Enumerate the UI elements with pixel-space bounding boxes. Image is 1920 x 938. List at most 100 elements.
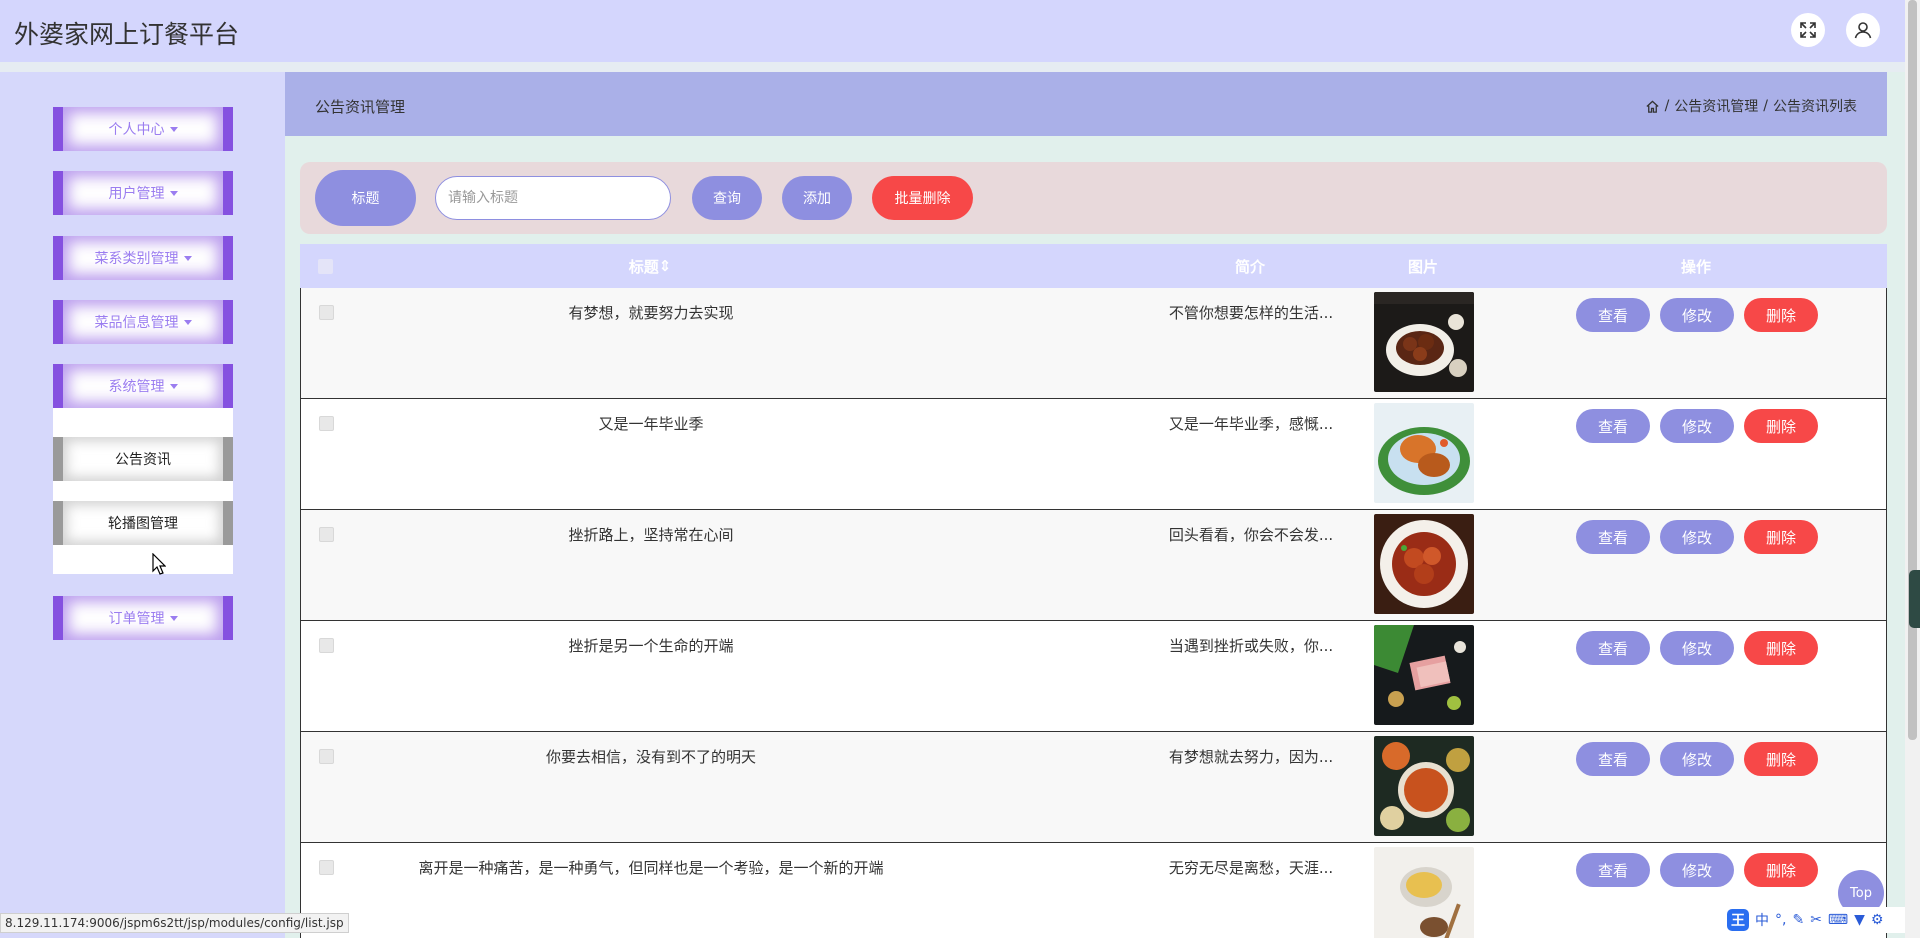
breadcrumb: / 公告资讯管理 / 公告资讯列表 (1645, 96, 1857, 116)
view-button[interactable]: 查看 (1576, 298, 1650, 332)
sort-icon[interactable]: ⇕ (659, 257, 672, 275)
top-header: 外婆家网上订餐平台 (0, 0, 1905, 62)
row-image[interactable] (1374, 292, 1474, 392)
add-button[interactable]: 添加 (782, 176, 852, 220)
row-intro: 回头看看，你会不会发... (1168, 526, 1334, 544)
search-panel: 标题 查询 添加 批量删除 (300, 162, 1887, 234)
menu-label: 系统管理 (108, 379, 165, 395)
edit-button[interactable]: 修改 (1660, 631, 1734, 665)
ime-logo-icon[interactable]: 王 (1727, 909, 1749, 931)
row-title: 离开是一种痛苦，是一种勇气，但同样也是一个考验，是一个新的开端 (418, 859, 884, 877)
table-row: 你要去相信，没有到不了的明天 有梦想就去努力，因为... 查看 修改 删除 (300, 732, 1887, 843)
delete-button[interactable]: 删除 (1744, 298, 1818, 332)
view-button[interactable]: 查看 (1576, 853, 1650, 887)
row-title: 你要去相信，没有到不了的明天 (545, 748, 756, 766)
row-intro: 又是一年毕业季，感慨... (1168, 415, 1334, 433)
row-image[interactable] (1374, 403, 1474, 503)
select-all-checkbox[interactable] (318, 259, 333, 274)
delete-button[interactable]: 删除 (1744, 631, 1818, 665)
breadcrumb-separator: / (1664, 98, 1670, 114)
edit-button[interactable]: 修改 (1660, 520, 1734, 554)
menu-order-management[interactable]: 订单管理 (53, 596, 233, 640)
menu-personal-center[interactable]: 个人中心 (53, 107, 233, 151)
skin-icon[interactable]: ▼ (1854, 912, 1865, 928)
page-titlebar: 公告资讯管理 / 公告资讯管理 / 公告资讯列表 (285, 72, 1887, 136)
delete-button[interactable]: 删除 (1744, 409, 1818, 443)
row-title: 挫折是另一个生命的开端 (568, 637, 734, 655)
query-button[interactable]: 查询 (692, 176, 762, 220)
side-edge-tab[interactable] (1909, 570, 1920, 628)
submenu-announcements[interactable]: 公告资讯 (53, 437, 233, 481)
menu-cuisine-category[interactable]: 菜系类别管理 (53, 236, 233, 280)
caret-down-icon (169, 383, 178, 389)
title-field-label: 标题 (315, 170, 416, 226)
menu-dish-info[interactable]: 菜品信息管理 (53, 300, 233, 344)
row-image[interactable] (1374, 847, 1474, 938)
fullscreen-button[interactable] (1791, 13, 1825, 47)
submenu-label: 公告资讯 (115, 452, 171, 468)
row-checkbox[interactable] (319, 527, 334, 542)
edit-button[interactable]: 修改 (1660, 853, 1734, 887)
table-row: 挫折路上，坚持常在心间 回头看看，你会不会发... 查看 修改 删除 (300, 510, 1887, 621)
edit-button[interactable]: 修改 (1660, 742, 1734, 776)
view-button[interactable]: 查看 (1576, 520, 1650, 554)
menu-user-management[interactable]: 用户管理 (53, 171, 233, 215)
caret-down-icon (169, 126, 178, 132)
pen-icon[interactable]: ✎ (1792, 912, 1804, 928)
table-row: 离开是一种痛苦，是一种勇气，但同样也是一个考验，是一个新的开端 无穷无尽是离愁，… (300, 843, 1887, 938)
page-title: 公告资讯管理 (315, 98, 406, 116)
delete-button[interactable]: 删除 (1744, 742, 1818, 776)
scissors-icon[interactable]: ✂ (1810, 912, 1822, 928)
menu-label: 个人中心 (108, 122, 165, 138)
edit-button[interactable]: 修改 (1660, 298, 1734, 332)
row-image[interactable] (1374, 514, 1474, 614)
keyboard-icon[interactable]: ⌨ (1828, 912, 1848, 928)
settings-icon[interactable]: ⚙ (1871, 912, 1884, 928)
header-image: 图片 (1407, 257, 1438, 276)
row-title: 有梦想，就要努力去实现 (568, 304, 734, 322)
breadcrumb-item-current: 公告资讯列表 (1773, 99, 1857, 115)
mouse-cursor-icon (152, 553, 166, 575)
row-intro: 有梦想就去努力，因为... (1168, 748, 1334, 766)
table-header: 标题 ⇕ 简介 图片 操作 (300, 244, 1887, 288)
caret-down-icon (169, 190, 178, 196)
row-title: 又是一年毕业季 (598, 415, 704, 433)
row-image[interactable] (1374, 625, 1474, 725)
menu-label: 订单管理 (108, 611, 165, 627)
row-checkbox[interactable] (319, 749, 334, 764)
fullscreen-icon (1800, 22, 1816, 38)
menu-system-management[interactable]: 系统管理 (53, 364, 233, 408)
row-image[interactable] (1374, 736, 1474, 836)
header-actions: 操作 (1680, 257, 1711, 276)
view-button[interactable]: 查看 (1576, 631, 1650, 665)
row-checkbox[interactable] (319, 860, 334, 875)
row-title: 挫折路上，坚持常在心间 (568, 526, 734, 544)
punctuation-icon[interactable]: °, (1775, 912, 1786, 928)
edit-button[interactable]: 修改 (1660, 409, 1734, 443)
delete-button[interactable]: 删除 (1744, 520, 1818, 554)
home-icon[interactable] (1645, 99, 1660, 114)
bulk-delete-button[interactable]: 批量删除 (872, 176, 973, 220)
menu-label: 菜系类别管理 (94, 251, 179, 267)
table-row: 又是一年毕业季 又是一年毕业季，感慨... 查看 修改 删除 (300, 399, 1887, 510)
row-checkbox[interactable] (319, 305, 334, 320)
breadcrumb-separator: / (1763, 98, 1768, 114)
breadcrumb-item[interactable]: 公告资讯管理 (1674, 96, 1758, 116)
row-checkbox[interactable] (319, 638, 334, 653)
ime-mode-toggle[interactable]: 中 (1755, 910, 1769, 930)
announcement-table: 标题 ⇕ 简介 图片 操作 有梦想，就要努力去实现 不管你想要怎样的生活... 查… (300, 244, 1887, 938)
submenu-carousel[interactable]: 轮播图管理 (53, 501, 233, 545)
row-checkbox[interactable] (319, 416, 334, 431)
title-search-input[interactable] (435, 176, 671, 220)
view-button[interactable]: 查看 (1576, 409, 1650, 443)
header-intro: 简介 (1234, 257, 1265, 276)
user-button[interactable] (1846, 13, 1880, 47)
view-button[interactable]: 查看 (1576, 742, 1650, 776)
delete-button[interactable]: 删除 (1744, 853, 1818, 887)
menu-label: 用户管理 (108, 186, 165, 202)
header-title[interactable]: 标题 ⇕ (400, 244, 900, 288)
scrollbar-thumb[interactable] (1908, 0, 1917, 740)
browser-status-url: 8.129.11.174:9006/jspm6s2tt/jsp/modules/… (0, 913, 349, 933)
main-content: 公告资讯管理 / 公告资讯管理 / 公告资讯列表 标题 查询 添加 批量删除 标… (285, 72, 1905, 938)
caret-down-icon (183, 255, 192, 261)
